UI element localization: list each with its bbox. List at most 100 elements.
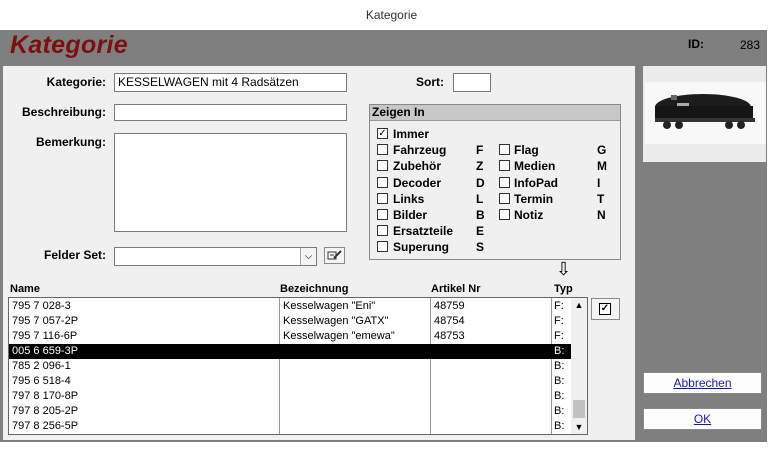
flag-checkbox[interactable] [499,144,510,155]
window-title: Kategorie [365,8,418,22]
links-checkbox[interactable] [377,193,388,204]
zubehoer-label: Zubehör [393,159,441,173]
fahrzeug-checkbox[interactable] [377,144,388,155]
cell-name: 795 7 116-6P [12,330,78,342]
zubehoer-key: Z [476,159,484,173]
cell-name: 785 2 096-1 [12,360,71,372]
pencil-icon [327,250,342,260]
cell-bezeichnung: Kesselwagen "GATX" [283,315,389,327]
termin-label: Termin [514,192,554,206]
cell-typ: B: [554,390,565,402]
ersatzteile-checkbox[interactable] [377,225,388,236]
zeigen-in-title: Zeigen In [370,105,620,121]
cell-artikel: 48753 [434,330,465,342]
infopad-checkbox[interactable] [499,177,510,188]
termin-key: T [597,192,605,206]
ok-button[interactable]: OK [643,408,762,430]
notiz-checkbox[interactable] [499,209,510,220]
cell-name: 795 7 028-3 [12,300,71,312]
cell-bezeichnung: Kesselwagen "Eni" [283,300,376,312]
sort-arrow-icon[interactable]: ⇩ [556,260,571,278]
cell-artikel: 48754 [434,315,465,327]
column-header-typ[interactable]: Typ [554,283,573,295]
links-key: L [476,192,484,206]
cell-name: 795 7 057-2P [12,315,79,327]
scroll-thumb[interactable] [573,400,585,418]
kategorie-field[interactable]: KESSELWAGEN mit 4 Radsätzen [114,73,347,92]
bilder-key: B [476,208,485,222]
window-titlebar: Kategorie [0,0,783,30]
bilder-checkbox[interactable] [377,209,388,220]
cell-name: 005 6 659-3P [12,345,79,357]
kategorie-label: Kategorie: [46,75,106,89]
felder-set-select[interactable]: ⌵ [114,247,317,266]
bottom-strip [0,442,783,452]
zubehoer-checkbox[interactable] [377,160,388,171]
column-header-artikel[interactable]: Artikel Nr [431,283,481,295]
column-header-name[interactable]: Name [10,283,40,295]
superung-key: S [476,240,485,254]
infopad-key: I [597,176,601,190]
table-row[interactable]: 785 2 096-1 B: [9,359,573,374]
immer-label: Immer [393,127,430,141]
page-title: Kategorie [10,31,129,59]
sort-label: Sort: [416,75,444,89]
edit-felder-set-button[interactable] [324,247,345,264]
scroll-down-icon[interactable]: ▼ [571,420,587,434]
cell-bezeichnung: Kesselwagen "emewa" [283,330,395,342]
medien-checkbox[interactable] [499,160,510,171]
chevron-down-icon[interactable]: ⌵ [300,248,316,265]
table-row[interactable]: 795 7 057-2P Kesselwagen "GATX" 48754 F: [9,314,573,329]
medien-key: M [597,159,607,173]
superung-checkbox[interactable] [377,241,388,252]
cell-typ: B: [554,345,565,357]
cancel-button[interactable]: Abbrechen [643,372,762,394]
table-row[interactable]: 795 7 116-6P Kesselwagen "emewa" 48753 F… [9,329,573,344]
items-table: 795 7 028-3 Kesselwagen "Eni" 48759 F: 7… [8,297,588,435]
cell-name: 797 8 170-8P [12,390,79,402]
notiz-label: Notiz [514,208,544,222]
cell-name: 795 6 518-4 [12,375,71,387]
fahrzeug-label: Fahrzeug [393,143,447,157]
cell-typ: B: [554,360,565,372]
flag-label: Flag [514,143,539,157]
table-row[interactable]: 795 6 518-4 B: [9,374,573,389]
column-header-bezeichnung[interactable]: Bezeichnung [280,283,348,295]
table-row[interactable]: 797 8 256-5P B: [9,419,573,434]
flag-key: G [597,143,607,157]
category-image [643,66,766,162]
cell-typ: B: [554,405,565,417]
infopad-label: InfoPad [514,176,558,190]
cell-name: 797 8 256-5P [12,420,79,432]
id-value: 283 [740,38,761,52]
cell-artikel: 48759 [434,300,465,312]
table-row-selected[interactable]: 005 6 659-3P B: [9,344,573,359]
decoder-checkbox[interactable] [377,177,388,188]
table-scrollbar[interactable]: ▲ ▼ [571,298,587,434]
toggle-check-button[interactable]: ✓ [591,298,620,320]
table-row[interactable]: 795 7 028-3 Kesselwagen "Eni" 48759 F: [9,299,573,314]
table-row[interactable]: 797 8 170-8P B: [9,389,573,404]
cell-typ: F: [554,300,564,312]
immer-checkbox[interactable]: ✓ [377,128,388,139]
checkbox-icon: ✓ [599,303,611,315]
cell-name: 797 8 205-2P [12,405,79,417]
cell-typ: F: [554,315,564,327]
sort-field[interactable] [453,73,491,92]
bemerkung-label: Bemerkung: [35,135,106,149]
table-row[interactable]: 797 8 205-2P B: [9,404,573,419]
notiz-key: N [597,208,606,222]
felder-set-label: Felder Set: [43,248,106,262]
bemerkung-textarea[interactable] [114,133,347,232]
beschreibung-field[interactable] [114,104,347,121]
fahrzeug-key: F [476,143,484,157]
ersatzteile-label: Ersatzteile [393,224,454,238]
ersatzteile-key: E [476,224,485,238]
termin-checkbox[interactable] [499,193,510,204]
links-label: Links [393,192,425,206]
cell-typ: B: [554,420,565,432]
superung-label: Superung [393,240,449,254]
beschreibung-label: Beschreibung: [21,105,106,119]
scroll-up-icon[interactable]: ▲ [571,298,587,312]
cell-typ: B: [554,375,565,387]
